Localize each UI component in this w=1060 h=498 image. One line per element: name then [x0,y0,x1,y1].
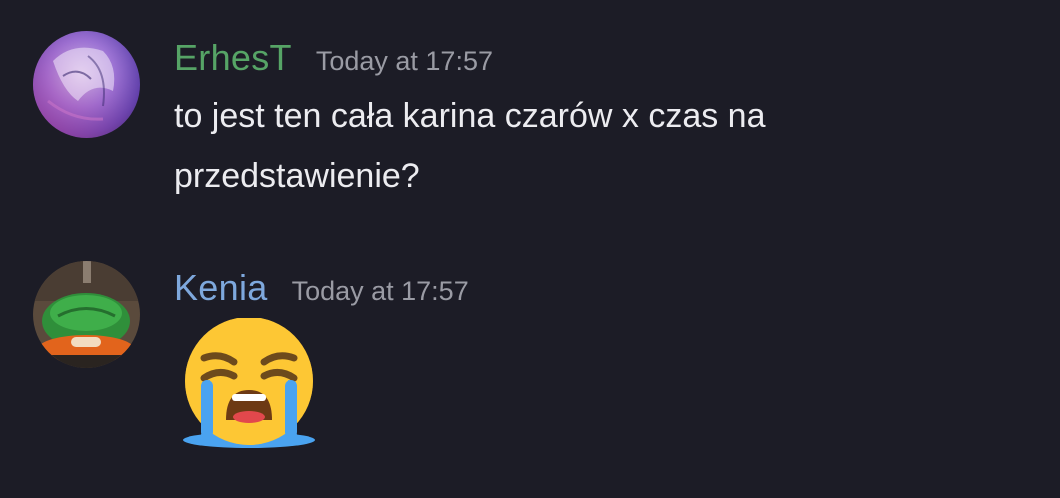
loudly-crying-face-icon [182,317,316,452]
avatar-image [33,261,140,368]
author-name[interactable]: ErhesT [174,28,292,88]
message-item: Kenia Today at 17:57 [0,258,1060,478]
message-header: ErhesT Today at 17:57 [174,28,1040,88]
user-avatar-erhest[interactable] [33,31,140,138]
author-name[interactable]: Kenia [174,258,268,318]
message-timestamp: Today at 17:57 [315,46,493,76]
message-content: Kenia Today at 17:57 [174,258,1040,448]
message-timestamp: Today at 17:57 [291,276,469,306]
message-text: to jest ten cała karina czarów x czas na… [174,97,766,195]
message-item: ErhesT Today at 17:57 to jest ten cała k… [0,28,1060,228]
user-avatar-kenia[interactable] [33,261,140,368]
message-header: Kenia Today at 17:57 [174,258,1040,318]
message-content: ErhesT Today at 17:57 to jest ten cała k… [174,28,1040,206]
avatar-image [33,31,140,138]
